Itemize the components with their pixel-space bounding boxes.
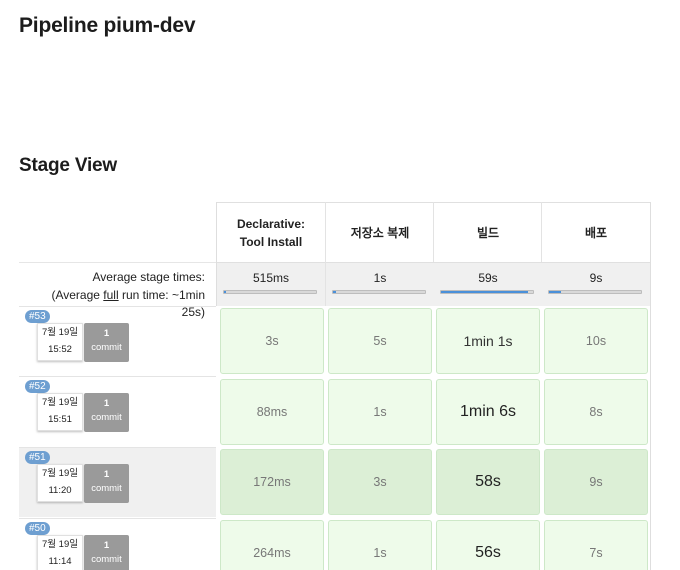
stage-cell[interactable]: 1s: [328, 379, 432, 445]
stage-cell[interactable]: 1min 6s: [436, 379, 540, 445]
changes-button[interactable]: 1 commit: [84, 535, 129, 570]
build-row-52[interactable]: #52 7월 19일 15:51 1 commit: [19, 376, 216, 446]
commit-count: 1: [103, 328, 110, 339]
build-time: 11:14: [48, 556, 72, 567]
stage-header-build: 빌드: [434, 202, 542, 262]
avg-progress-bar: [440, 290, 534, 294]
changes-button[interactable]: 1 commit: [84, 393, 129, 432]
stage-header-tool-install: Declarative: Tool Install: [217, 202, 325, 262]
avg-progress-fill: [549, 291, 561, 293]
stage-header-line: 빌드: [476, 225, 500, 240]
avg-time-value: 59s: [478, 271, 498, 285]
avg-label-prefix: (Average: [51, 287, 104, 302]
stage-header-line: 배포: [584, 225, 608, 240]
stage-cell[interactable]: 8s: [544, 379, 648, 445]
avg-progress-bar: [548, 290, 642, 294]
avg-label-line: (Average full run time: ~1min: [19, 287, 205, 305]
commit-count: 1: [103, 469, 110, 480]
build-number-badge[interactable]: #53: [25, 310, 50, 323]
avg-time-value: 515ms: [252, 271, 290, 285]
stage-cell[interactable]: 88ms: [220, 379, 324, 445]
build-time: 15:51: [48, 414, 72, 425]
avg-progress-bar: [332, 290, 426, 294]
stage-cell[interactable]: 1s: [328, 520, 432, 570]
avg-time-cell: 9s: [542, 262, 650, 306]
build-timestamp: 7월 19일 15:51: [37, 393, 83, 431]
avg-label-line: Average stage times:: [92, 270, 205, 284]
stage-header-line: Declarative:: [236, 216, 306, 231]
avg-progress-fill: [441, 291, 529, 293]
stage-header-checkout: 저장소 복제: [326, 202, 434, 262]
changes-button[interactable]: 1 commit: [84, 464, 129, 503]
stage-cell[interactable]: 3s: [328, 449, 432, 515]
stage-cell[interactable]: 58s: [436, 449, 540, 515]
avg-progress-bar: [223, 290, 317, 294]
avg-time-cell: 515ms: [217, 262, 325, 306]
stage-view-title: Stage View: [19, 155, 117, 176]
stage-cell[interactable]: 1min 1s: [436, 308, 540, 374]
build-number-badge[interactable]: #51: [25, 451, 50, 464]
build-timestamp: 7월 19일 11:14: [37, 535, 83, 570]
stage-header-line: Tool Install: [239, 234, 303, 249]
stage-cell[interactable]: 10s: [544, 308, 648, 374]
stage-header-deploy: 배포: [542, 202, 650, 262]
build-timestamp: 7월 19일 11:20: [37, 464, 83, 502]
stage-cell[interactable]: 3s: [220, 308, 324, 374]
avg-time-cell: 59s: [434, 262, 542, 306]
build-date: 7월 19일: [42, 539, 78, 550]
table-border: [650, 202, 651, 570]
full-run-link[interactable]: full: [103, 288, 118, 302]
avg-progress-fill: [333, 291, 336, 293]
page-title: Pipeline pium-dev: [19, 14, 196, 37]
build-row-51[interactable]: #51 7월 19일 11:20 1 commit: [19, 447, 216, 517]
avg-time-cell: 1s: [326, 262, 434, 306]
build-row-50[interactable]: #50 7월 19일 11:14 1 commit: [19, 518, 216, 570]
commit-label: commit: [91, 412, 122, 423]
build-number-badge[interactable]: #50: [25, 522, 50, 535]
commit-count: 1: [103, 398, 110, 409]
stage-cell[interactable]: 5s: [328, 308, 432, 374]
build-time: 15:52: [48, 344, 72, 355]
changes-button[interactable]: 1 commit: [84, 323, 129, 362]
stage-cell[interactable]: 7s: [544, 520, 648, 570]
build-timestamp: 7월 19일 15:52: [37, 323, 83, 361]
stage-cell[interactable]: 56s: [436, 520, 540, 570]
build-number-badge[interactable]: #52: [25, 380, 50, 393]
commit-label: commit: [91, 554, 122, 565]
commit-count: 1: [103, 540, 110, 551]
stage-cell[interactable]: 9s: [544, 449, 648, 515]
build-date: 7월 19일: [42, 327, 78, 338]
stage-cell[interactable]: 172ms: [220, 449, 324, 515]
average-stage-times-label: Average stage times: (Average full run t…: [19, 262, 216, 319]
build-row-53[interactable]: #53 7월 19일 15:52 1 commit: [19, 306, 216, 376]
avg-time-value: 9s: [589, 271, 603, 285]
stage-header-line: 저장소 복제: [350, 225, 410, 240]
build-date: 7월 19일: [42, 468, 78, 479]
avg-time-value: 1s: [373, 271, 387, 285]
commit-label: commit: [91, 342, 122, 353]
avg-progress-fill: [224, 291, 226, 293]
build-time: 11:20: [48, 485, 72, 496]
build-date: 7월 19일: [42, 397, 78, 408]
avg-label-suffix: run time: ~1min: [118, 287, 205, 302]
commit-label: commit: [91, 483, 122, 494]
stage-cell[interactable]: 264ms: [220, 520, 324, 570]
